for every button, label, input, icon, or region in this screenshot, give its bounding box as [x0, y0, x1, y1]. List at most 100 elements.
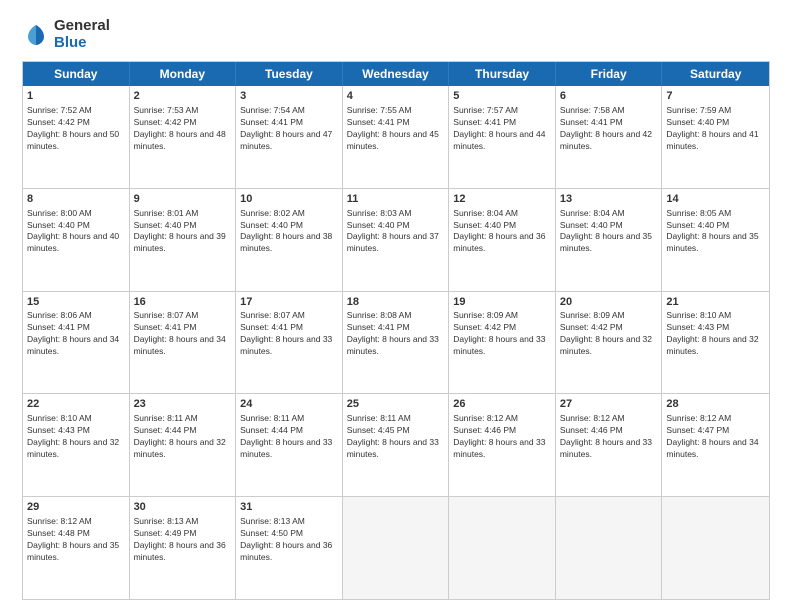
day-number: 24 — [240, 397, 338, 412]
day-info: Sunrise: 7:55 AM Sunset: 4:41 PM Dayligh… — [347, 105, 445, 153]
day-number: 12 — [453, 192, 551, 207]
header-day-monday: Monday — [130, 62, 237, 86]
day-number: 31 — [240, 500, 338, 515]
day-number: 2 — [134, 89, 232, 104]
day-number: 9 — [134, 192, 232, 207]
calendar-cell: 14Sunrise: 8:05 AM Sunset: 4:40 PM Dayli… — [662, 189, 769, 291]
calendar-cell: 2Sunrise: 7:53 AM Sunset: 4:42 PM Daylig… — [130, 86, 237, 188]
calendar-cell: 18Sunrise: 8:08 AM Sunset: 4:41 PM Dayli… — [343, 292, 450, 394]
day-info: Sunrise: 7:54 AM Sunset: 4:41 PM Dayligh… — [240, 105, 338, 153]
day-number: 17 — [240, 295, 338, 310]
day-number: 15 — [27, 295, 125, 310]
day-info: Sunrise: 8:05 AM Sunset: 4:40 PM Dayligh… — [666, 208, 765, 256]
calendar-cell: 23Sunrise: 8:11 AM Sunset: 4:44 PM Dayli… — [130, 394, 237, 496]
day-info: Sunrise: 8:08 AM Sunset: 4:41 PM Dayligh… — [347, 310, 445, 358]
day-number: 7 — [666, 89, 765, 104]
day-number: 29 — [27, 500, 125, 515]
day-info: Sunrise: 8:10 AM Sunset: 4:43 PM Dayligh… — [27, 413, 125, 461]
calendar-cell: 13Sunrise: 8:04 AM Sunset: 4:40 PM Dayli… — [556, 189, 663, 291]
day-number: 5 — [453, 89, 551, 104]
calendar: SundayMondayTuesdayWednesdayThursdayFrid… — [22, 61, 770, 600]
calendar-cell: 15Sunrise: 8:06 AM Sunset: 4:41 PM Dayli… — [23, 292, 130, 394]
day-info: Sunrise: 8:13 AM Sunset: 4:50 PM Dayligh… — [240, 516, 338, 564]
day-number: 11 — [347, 192, 445, 207]
day-info: Sunrise: 8:02 AM Sunset: 4:40 PM Dayligh… — [240, 208, 338, 256]
day-info: Sunrise: 8:12 AM Sunset: 4:47 PM Dayligh… — [666, 413, 765, 461]
calendar-row: 1Sunrise: 7:52 AM Sunset: 4:42 PM Daylig… — [23, 86, 769, 188]
calendar-cell: 26Sunrise: 8:12 AM Sunset: 4:46 PM Dayli… — [449, 394, 556, 496]
day-number: 13 — [560, 192, 658, 207]
calendar-cell: 7Sunrise: 7:59 AM Sunset: 4:40 PM Daylig… — [662, 86, 769, 188]
header-day-wednesday: Wednesday — [343, 62, 450, 86]
day-info: Sunrise: 8:04 AM Sunset: 4:40 PM Dayligh… — [560, 208, 658, 256]
calendar-cell: 10Sunrise: 8:02 AM Sunset: 4:40 PM Dayli… — [236, 189, 343, 291]
logo-icon — [22, 21, 50, 49]
calendar-cell: 1Sunrise: 7:52 AM Sunset: 4:42 PM Daylig… — [23, 86, 130, 188]
calendar-cell: 8Sunrise: 8:00 AM Sunset: 4:40 PM Daylig… — [23, 189, 130, 291]
header-day-tuesday: Tuesday — [236, 62, 343, 86]
day-info: Sunrise: 8:12 AM Sunset: 4:46 PM Dayligh… — [453, 413, 551, 461]
calendar-cell: 11Sunrise: 8:03 AM Sunset: 4:40 PM Dayli… — [343, 189, 450, 291]
logo: General Blue — [22, 18, 110, 51]
day-number: 22 — [27, 397, 125, 412]
day-info: Sunrise: 8:03 AM Sunset: 4:40 PM Dayligh… — [347, 208, 445, 256]
day-number: 25 — [347, 397, 445, 412]
day-info: Sunrise: 8:09 AM Sunset: 4:42 PM Dayligh… — [453, 310, 551, 358]
day-info: Sunrise: 7:52 AM Sunset: 4:42 PM Dayligh… — [27, 105, 125, 153]
calendar-cell: 21Sunrise: 8:10 AM Sunset: 4:43 PM Dayli… — [662, 292, 769, 394]
day-number: 20 — [560, 295, 658, 310]
day-number: 23 — [134, 397, 232, 412]
day-info: Sunrise: 8:00 AM Sunset: 4:40 PM Dayligh… — [27, 208, 125, 256]
calendar-row: 15Sunrise: 8:06 AM Sunset: 4:41 PM Dayli… — [23, 291, 769, 394]
day-info: Sunrise: 8:04 AM Sunset: 4:40 PM Dayligh… — [453, 208, 551, 256]
day-info: Sunrise: 8:13 AM Sunset: 4:49 PM Dayligh… — [134, 516, 232, 564]
day-number: 30 — [134, 500, 232, 515]
calendar-cell — [449, 497, 556, 599]
calendar-cell: 12Sunrise: 8:04 AM Sunset: 4:40 PM Dayli… — [449, 189, 556, 291]
day-info: Sunrise: 7:59 AM Sunset: 4:40 PM Dayligh… — [666, 105, 765, 153]
day-info: Sunrise: 8:11 AM Sunset: 4:44 PM Dayligh… — [134, 413, 232, 461]
day-info: Sunrise: 8:06 AM Sunset: 4:41 PM Dayligh… — [27, 310, 125, 358]
calendar-cell: 31Sunrise: 8:13 AM Sunset: 4:50 PM Dayli… — [236, 497, 343, 599]
calendar-cell: 4Sunrise: 7:55 AM Sunset: 4:41 PM Daylig… — [343, 86, 450, 188]
calendar-cell: 5Sunrise: 7:57 AM Sunset: 4:41 PM Daylig… — [449, 86, 556, 188]
calendar-cell — [662, 497, 769, 599]
calendar-cell: 27Sunrise: 8:12 AM Sunset: 4:46 PM Dayli… — [556, 394, 663, 496]
header: General Blue — [22, 18, 770, 51]
calendar-cell — [343, 497, 450, 599]
day-number: 26 — [453, 397, 551, 412]
header-day-sunday: Sunday — [23, 62, 130, 86]
day-number: 18 — [347, 295, 445, 310]
day-number: 1 — [27, 89, 125, 104]
calendar-cell: 29Sunrise: 8:12 AM Sunset: 4:48 PM Dayli… — [23, 497, 130, 599]
calendar-cell: 9Sunrise: 8:01 AM Sunset: 4:40 PM Daylig… — [130, 189, 237, 291]
day-number: 27 — [560, 397, 658, 412]
calendar-cell: 6Sunrise: 7:58 AM Sunset: 4:41 PM Daylig… — [556, 86, 663, 188]
calendar-row: 29Sunrise: 8:12 AM Sunset: 4:48 PM Dayli… — [23, 496, 769, 599]
calendar-cell: 3Sunrise: 7:54 AM Sunset: 4:41 PM Daylig… — [236, 86, 343, 188]
day-info: Sunrise: 8:11 AM Sunset: 4:45 PM Dayligh… — [347, 413, 445, 461]
day-number: 4 — [347, 89, 445, 104]
day-info: Sunrise: 7:58 AM Sunset: 4:41 PM Dayligh… — [560, 105, 658, 153]
calendar-cell: 30Sunrise: 8:13 AM Sunset: 4:49 PM Dayli… — [130, 497, 237, 599]
day-info: Sunrise: 8:01 AM Sunset: 4:40 PM Dayligh… — [134, 208, 232, 256]
day-info: Sunrise: 7:53 AM Sunset: 4:42 PM Dayligh… — [134, 105, 232, 153]
day-info: Sunrise: 8:12 AM Sunset: 4:46 PM Dayligh… — [560, 413, 658, 461]
day-number: 14 — [666, 192, 765, 207]
calendar-cell: 22Sunrise: 8:10 AM Sunset: 4:43 PM Dayli… — [23, 394, 130, 496]
calendar-cell: 25Sunrise: 8:11 AM Sunset: 4:45 PM Dayli… — [343, 394, 450, 496]
day-number: 6 — [560, 89, 658, 104]
header-day-saturday: Saturday — [662, 62, 769, 86]
day-info: Sunrise: 8:11 AM Sunset: 4:44 PM Dayligh… — [240, 413, 338, 461]
day-number: 3 — [240, 89, 338, 104]
day-info: Sunrise: 8:12 AM Sunset: 4:48 PM Dayligh… — [27, 516, 125, 564]
day-number: 10 — [240, 192, 338, 207]
day-number: 21 — [666, 295, 765, 310]
day-number: 19 — [453, 295, 551, 310]
day-number: 8 — [27, 192, 125, 207]
day-info: Sunrise: 8:09 AM Sunset: 4:42 PM Dayligh… — [560, 310, 658, 358]
calendar-cell: 20Sunrise: 8:09 AM Sunset: 4:42 PM Dayli… — [556, 292, 663, 394]
header-day-thursday: Thursday — [449, 62, 556, 86]
header-day-friday: Friday — [556, 62, 663, 86]
calendar-cell: 17Sunrise: 8:07 AM Sunset: 4:41 PM Dayli… — [236, 292, 343, 394]
